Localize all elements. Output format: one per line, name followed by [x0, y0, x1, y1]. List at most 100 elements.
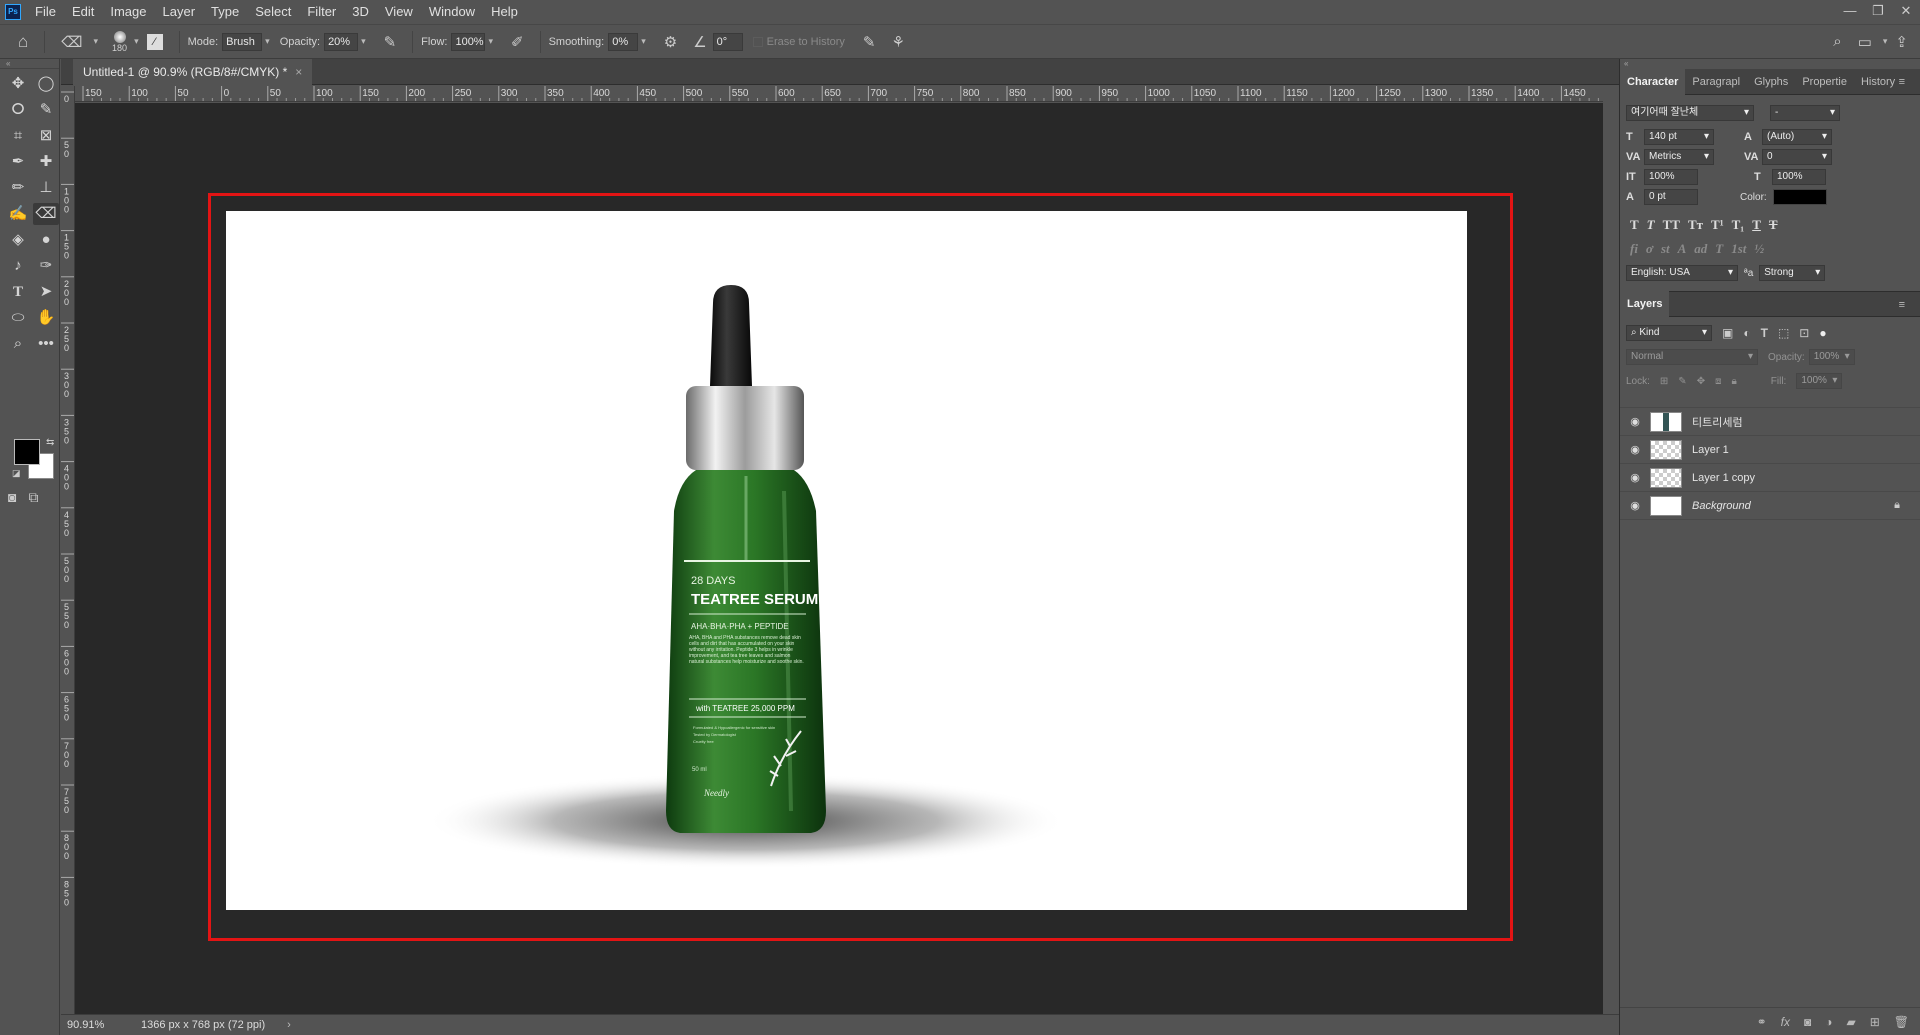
pressure-opacity-icon[interactable]: ✎ — [384, 33, 397, 51]
path-selection-tool-icon[interactable]: ➤ — [33, 281, 59, 303]
healing-brush-tool-icon[interactable]: ✚ — [33, 151, 59, 173]
history-brush-tool-icon[interactable]: ✍ — [5, 203, 31, 225]
new-layer-icon[interactable]: ⊞ — [1870, 1015, 1880, 1029]
lock-image-icon[interactable]: ✎ — [1678, 376, 1686, 387]
link-layers-icon[interactable]: ⚭ — [1757, 1015, 1767, 1029]
swash-button[interactable]: A — [1678, 241, 1687, 257]
flow-input[interactable]: 100% — [451, 32, 486, 51]
delete-layer-icon[interactable]: 🗑︎ — [1894, 1015, 1909, 1029]
eye-icon[interactable]: ◉ — [1620, 471, 1650, 484]
tab-glyphs[interactable]: Glyphs — [1747, 69, 1795, 95]
blend-mode-select[interactable]: Normal ▾ — [1626, 349, 1758, 365]
document-canvas[interactable]: 28 DAYS TEATREE SERUM AHA·BHA·PHA + PEPT… — [226, 211, 1467, 910]
menu-item-filter[interactable]: Filter — [299, 0, 344, 24]
adjustment-filter-icon[interactable]: ◐ — [1743, 326, 1750, 340]
panel-collapse-icon[interactable]: « — [1620, 59, 1920, 69]
brush-tool-icon[interactable]: ✏ — [5, 177, 31, 199]
discretionary-ligatures-button[interactable]: st — [1661, 241, 1670, 257]
brush-settings-icon[interactable]: ⁄ — [146, 33, 163, 50]
search-icon[interactable]: ⌕ — [1833, 33, 1841, 50]
fractions-button[interactable]: ½ — [1754, 241, 1764, 257]
smoothing-input[interactable]: 0% — [608, 32, 639, 51]
layer-style-icon[interactable]: fx — [1781, 1015, 1790, 1029]
fill-input[interactable]: 100% ▾ — [1796, 373, 1843, 389]
layer-row[interactable]: ◉ 티트리세럼 — [1620, 408, 1920, 436]
zoom-tool-icon[interactable]: ⌕ — [5, 333, 31, 355]
titling-button[interactable]: T — [1715, 241, 1723, 257]
layer-opacity-input[interactable]: 100% ▾ — [1808, 349, 1855, 365]
superscript-button[interactable]: T¹ — [1711, 217, 1724, 233]
pen-tool-icon[interactable]: ✑ — [33, 255, 59, 277]
zoom-level[interactable]: 90.91% — [67, 1019, 127, 1031]
tab-properties[interactable]: Propertie — [1795, 69, 1854, 95]
eyedropper-tool-icon[interactable]: ✒ — [5, 151, 31, 173]
status-menu-arrow-icon[interactable]: › — [287, 1019, 291, 1031]
brush-preset-picker[interactable]: 180 — [112, 30, 127, 53]
share-icon[interactable]: ⇪ — [1895, 33, 1908, 51]
strikethrough-button[interactable]: T — [1769, 217, 1778, 233]
menu-item-3d[interactable]: 3D — [344, 0, 377, 24]
horizontal-scale-input[interactable]: 100% — [1772, 169, 1826, 185]
crop-tool-icon[interactable]: ⌗ — [5, 125, 31, 147]
tab-layers[interactable]: Layers — [1620, 291, 1670, 317]
lasso-tool-icon[interactable]: ⵔ — [5, 99, 31, 121]
default-colors-icon[interactable]: ◪ — [12, 468, 21, 479]
more-tools-icon[interactable]: ••• — [33, 333, 59, 355]
marquee-tool-icon[interactable]: ◯ — [33, 73, 59, 95]
eye-icon[interactable]: ◉ — [1620, 499, 1650, 512]
panel-menu-icon[interactable]: ≡ — [1892, 69, 1912, 95]
menu-item-window[interactable]: Window — [421, 0, 483, 24]
tab-character[interactable]: Character — [1620, 68, 1686, 95]
type-tool-icon[interactable]: T — [5, 281, 31, 303]
stylistic-alternates-button[interactable]: ad — [1694, 241, 1707, 257]
erase-history-checkbox[interactable] — [752, 36, 763, 47]
faux-bold-button[interactable]: T — [1630, 217, 1639, 233]
layer-row[interactable]: ◉ Layer 1 — [1620, 436, 1920, 464]
antialias-select[interactable]: Strong ▾ — [1759, 265, 1826, 281]
symmetry-icon[interactable]: ⚘ — [891, 33, 904, 51]
menu-item-edit[interactable]: Edit — [64, 0, 102, 24]
small-caps-button[interactable]: Tт — [1688, 217, 1703, 233]
restore-button[interactable]: ❐ — [1864, 0, 1892, 22]
ligatures-button[interactable]: fi — [1630, 241, 1638, 257]
close-tab-icon[interactable]: × — [295, 59, 302, 85]
minimize-button[interactable]: — — [1836, 0, 1864, 22]
paint-bucket-tool-icon[interactable]: ◈ — [5, 229, 31, 251]
menu-item-image[interactable]: Image — [102, 0, 154, 24]
gear-icon[interactable]: ⚙ — [664, 33, 677, 51]
shape-filter-icon[interactable]: ⬚ — [1778, 326, 1789, 340]
home-icon[interactable]: ⌂ — [18, 32, 28, 52]
lock-transparency-icon[interactable]: ⊞ — [1660, 376, 1668, 387]
layer-row[interactable]: ◉ Layer 1 copy — [1620, 464, 1920, 492]
chevron-down-icon[interactable]: ▾ — [1883, 36, 1888, 47]
chevron-down-icon[interactable]: ▾ — [361, 36, 366, 47]
horizontal-ruler[interactable]: 150 100 50 0 50 100 150 200 250 300 350 400 450 500 55… — [75, 86, 1603, 102]
eye-icon[interactable]: ◉ — [1620, 443, 1650, 456]
font-family-select[interactable]: 여기어때 잘난체 ▾ — [1626, 105, 1754, 121]
eraser-tool-preset-icon[interactable]: ⌫ — [61, 33, 82, 51]
leading-input[interactable]: (Auto) ▾ — [1762, 129, 1832, 145]
lock-position-icon[interactable]: ✥ — [1697, 376, 1705, 387]
language-select[interactable]: English: USA ▾ — [1626, 265, 1738, 281]
adjustment-layer-icon[interactable]: ◑ — [1825, 1015, 1832, 1029]
lock-all-icon[interactable]: 🔒︎ — [1731, 376, 1736, 387]
panel-collapse-icon[interactable]: « — [0, 59, 59, 69]
hand-tool-icon[interactable]: ✋ — [33, 307, 59, 329]
ellipse-tool-icon[interactable]: ⬭ — [5, 307, 31, 329]
airbrush-icon[interactable]: ✐ — [511, 33, 524, 51]
filter-toggle-icon[interactable]: ● — [1819, 326, 1826, 340]
text-color-swatch[interactable] — [1772, 189, 1827, 205]
mode-select[interactable]: Brush — [222, 32, 263, 51]
menu-item-select[interactable]: Select — [247, 0, 299, 24]
faux-italic-button[interactable]: T — [1647, 217, 1655, 233]
chevron-down-icon[interactable]: ▾ — [134, 36, 139, 47]
eraser-tool-icon[interactable]: ⌫ — [33, 203, 59, 225]
tracking-select[interactable]: 0 ▾ — [1762, 149, 1832, 165]
pressure-size-icon[interactable]: ✎ — [863, 33, 876, 51]
swap-colors-icon[interactable]: ⇆ — [46, 437, 54, 448]
menu-item-view[interactable]: View — [377, 0, 421, 24]
angle-input[interactable]: 0° — [712, 32, 743, 51]
dodge-tool-icon[interactable]: ♪ — [5, 255, 31, 277]
ordinals-button[interactable]: 1st — [1731, 241, 1746, 257]
chevron-down-icon[interactable]: ▾ — [488, 36, 493, 47]
